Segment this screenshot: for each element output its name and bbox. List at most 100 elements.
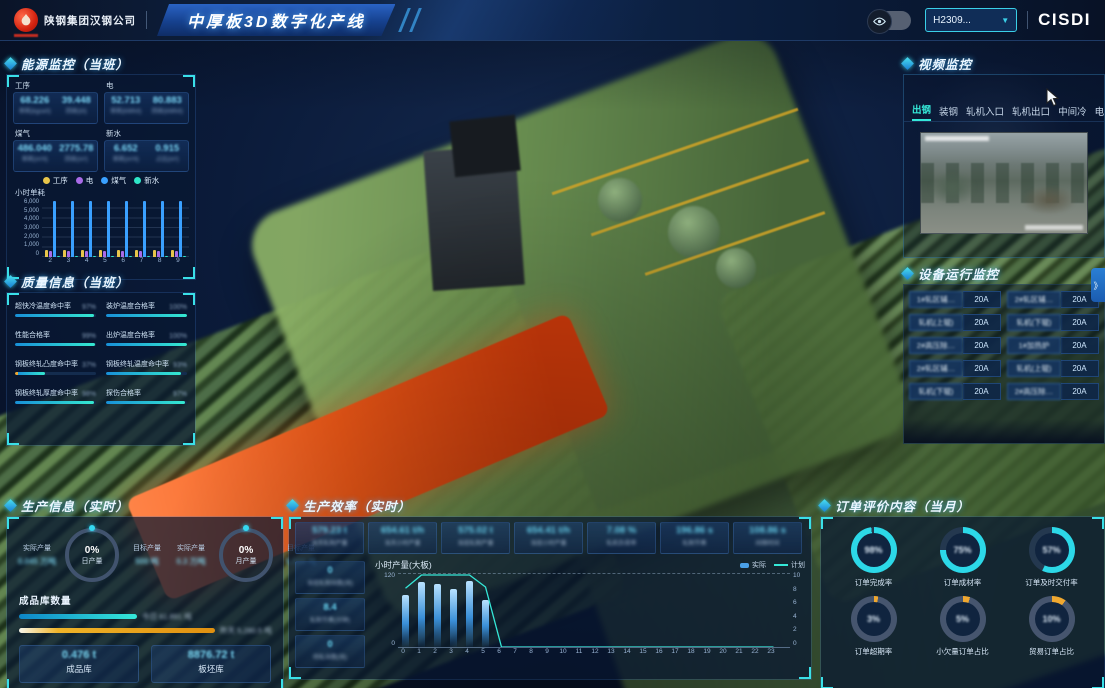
stat-value: 0 (296, 639, 364, 650)
quality-panel-title: 质量信息（当班） (21, 272, 129, 291)
stat-label: 当天轧制产量 (296, 538, 363, 547)
quality-bar (106, 343, 187, 346)
equipment-item: 轧机(下辊)20A (909, 383, 1001, 400)
monthly-actual: 实际产量 0.3 万吨 (169, 543, 213, 567)
video-tab-6[interactable]: 电动辊 (1095, 104, 1104, 121)
company-emblem-icon (14, 8, 38, 32)
energy-value-cell: 39.448回收(t/t) (56, 93, 98, 123)
hour-chart-main: 1200 1086420 (373, 573, 807, 648)
legend-label: 煤气 (111, 175, 126, 186)
quality-bar (15, 401, 96, 404)
equipment-value: 20A (963, 337, 1001, 354)
axis-tick-label: 2 (427, 648, 443, 655)
quality-bar-fill (15, 401, 94, 404)
efficiency-stat-card: 654.41 t/h当班小时产量 (514, 522, 583, 554)
quality-value: 99% (82, 333, 96, 340)
hour-chart-top: 小时产量(大板) 实际 计划 (373, 559, 807, 571)
donut-value: 10% (1042, 614, 1060, 624)
monthly-output-gauge: 0% 月产量 (219, 528, 273, 582)
energy-value: 486.040 (14, 143, 56, 154)
quality-bar (15, 314, 96, 317)
quality-panel-body: 超快冷温度命中率97%装炉温度合格率100%性能合格率99%出炉温度合格率100… (6, 292, 196, 446)
slab-store-value: 8876.72 t (152, 649, 270, 661)
diamond-icon (901, 267, 914, 280)
equipment-value: 20A (963, 383, 1001, 400)
daily-target: 目标产量 500 吨 (125, 543, 169, 567)
efficiency-stat-card: 579.23 t 当天轧制产量 (295, 522, 364, 554)
stat-value: 575.02 t (442, 525, 509, 536)
energy-chart: 6,0005,0004,0003,0002,0001,0000 (13, 199, 189, 257)
production-panel-body: 实际产量 0.045 万吨 0% 日产量 目标产量 500 吨 (6, 516, 284, 688)
axis-tick-label: 1,000 (24, 242, 39, 248)
finished-store-label: 成品库 (20, 663, 138, 675)
equipment-value: 20A (963, 314, 1001, 331)
axis-tick-label: 12 (587, 648, 603, 655)
video-player[interactable] (920, 132, 1088, 234)
bar-新水 (93, 256, 96, 257)
legend-dot-icon (43, 177, 50, 184)
donut-ring: 98% (851, 527, 897, 573)
energy-legend-item: 煤气 (101, 175, 126, 186)
cisdi-logo: CISDI (1038, 10, 1091, 30)
donut-label: 小欠量订单占比 (918, 646, 1007, 657)
monthly-output-pct: 0% (239, 545, 253, 556)
energy-unit: 单耗(kgce/t) (14, 106, 56, 115)
quality-item-top: 钢板终轧温度命中率93% (106, 359, 187, 369)
equipment-label: 1#加热炉 (1007, 337, 1061, 354)
video-tab-2[interactable]: 装钢 (939, 104, 958, 121)
camera-select[interactable]: H2309... ▼ (925, 8, 1017, 32)
visibility-toggle[interactable] (869, 11, 911, 30)
quality-item: 装炉温度合格率100% (106, 301, 187, 317)
video-tab-3[interactable]: 轧机入口 (966, 104, 1004, 121)
axis-tick-label: 2,000 (24, 234, 39, 240)
energy-value-cell: 6.652单耗(m³/t) (105, 141, 147, 171)
axis-tick-label: 5 (98, 257, 112, 264)
panel-expand-handle[interactable]: 》 (1091, 268, 1105, 302)
efficiency-stat-card: 196.86 s轧制节奏 (660, 522, 729, 554)
axis-tick-label: 3,000 (24, 225, 39, 231)
equipment-label: 2#轧区辅… (909, 360, 963, 377)
equipment-label: 2#高压除… (1007, 383, 1061, 400)
equipment-panel-body: 1#轧区辅…20A2#轧区辅…20A轧机(上辊)20A轧机(下辊)20A2#高压… (903, 284, 1105, 444)
bar-新水 (147, 256, 150, 257)
daily-output-label: 日产量 (82, 556, 103, 566)
axis-tick-label: 8 (793, 587, 797, 594)
stat-value: 579.23 t (296, 525, 363, 536)
line-marker-icon (774, 564, 788, 566)
donut-ring: 57% (1029, 527, 1075, 573)
scene-scaffold-rail (591, 159, 809, 237)
axis-tick-label: 10 (555, 648, 571, 655)
equipment-item: 2#轧区辅…20A (909, 360, 1001, 377)
hour-chart-left-axis: 1200 (373, 573, 398, 647)
equipment-value: 20A (1061, 314, 1099, 331)
bar-group (135, 199, 150, 257)
bar-煤气 (125, 201, 128, 257)
efficiency-side-card: 0当班轧制块数(块) (295, 561, 365, 594)
video-tab-1[interactable]: 出钢 (912, 102, 931, 121)
energy-legend-item: 工序 (43, 175, 68, 186)
camera-select-value: H2309... (933, 15, 971, 26)
inventory-yesterday-bar (19, 628, 215, 633)
energy-value-cell: 0.915占比(m³) (147, 141, 189, 171)
bar-电 (103, 251, 106, 257)
axis-tick-label: 7 (134, 257, 148, 264)
energy-cards-row-2: 煤气486.040单耗(m³/t)2775.78回收(m³)新水6.652单耗(… (13, 127, 189, 172)
axis-tick-label: 6 (116, 257, 130, 264)
quality-item: 钢板终轧温度命中率93% (106, 359, 187, 375)
equipment-value: 20A (963, 291, 1001, 308)
stat-label: 当班轧制块数(块) (296, 578, 364, 587)
axis-tick-label: 10 (793, 573, 800, 580)
video-tab-4[interactable]: 轧机出口 (1012, 104, 1050, 121)
video-tab-5[interactable]: 中间冷 (1058, 104, 1087, 121)
inventory-title: 成品库数量 (19, 593, 275, 607)
stat-label: 当天小时产量 (369, 538, 436, 547)
scene-tower (423, 145, 525, 291)
video-scene-blob (1021, 185, 1077, 215)
legend-plan: 计划 (774, 560, 805, 570)
axis-tick-label: 1 (411, 648, 427, 655)
hour-chart-title: 小时产量(大板) (375, 559, 432, 571)
energy-value-cell: 486.040单耗(m³/t) (14, 141, 56, 171)
stat-label: 待轧块数(块) (296, 652, 364, 661)
legend-label: 电 (86, 175, 94, 186)
energy-value: 68.226 (14, 95, 56, 106)
